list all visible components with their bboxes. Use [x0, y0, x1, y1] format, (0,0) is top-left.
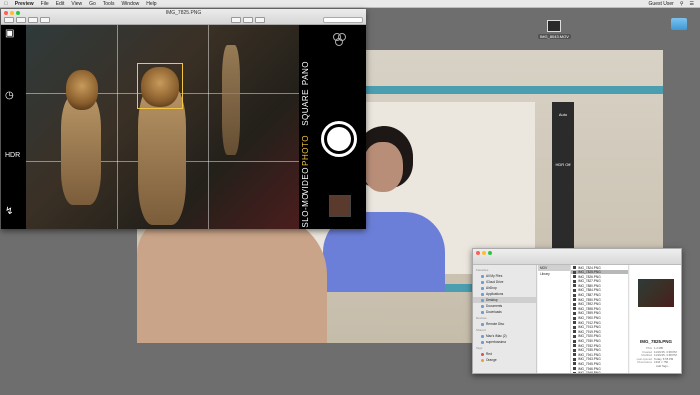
add-tags-link[interactable]: Add Tags...	[634, 364, 681, 369]
menu-list-icon[interactable]: ☰	[690, 1, 694, 7]
desktop-file-label: IMG_8043.MOV	[538, 34, 571, 39]
downloads-icon	[481, 310, 484, 314]
red-tag-icon	[481, 352, 484, 356]
share-button[interactable]	[40, 17, 50, 23]
search-icon[interactable]: ⚲	[680, 1, 684, 7]
finder-close-button[interactable]	[476, 251, 480, 255]
video-file-icon	[547, 20, 562, 32]
hdr-icon: HDR	[5, 152, 21, 159]
sidebar-tag-orange[interactable]: Orange	[473, 357, 536, 363]
person-face	[363, 142, 403, 192]
apple-menu-icon[interactable]: 	[4, 1, 8, 7]
preview-window: IMG_7825.PNG ▣ ◷ HDR ↯ PANO SQUARE PHOTO…	[1, 9, 366, 229]
timer-icon: ◷	[5, 90, 14, 101]
hdr-off-label: HDR Off	[555, 162, 571, 167]
preview-titlebar: IMG_7825.PNG	[1, 9, 366, 25]
file-list-item[interactable]: IMG_7948.PNG	[571, 371, 628, 373]
column-item[interactable]: Library	[538, 271, 570, 277]
mode-photo: PHOTO	[301, 135, 310, 166]
menu-window[interactable]: Window	[121, 1, 139, 7]
flash-off-icon: ↯	[5, 206, 14, 217]
figure-right	[222, 45, 240, 155]
rotate-button[interactable]	[243, 17, 253, 23]
applications-icon	[481, 292, 484, 296]
documents-icon	[481, 304, 484, 308]
zoom-in-button[interactable]	[28, 17, 38, 23]
file-preview-thumbnail	[638, 279, 674, 307]
camera-viewfinder	[26, 25, 299, 229]
folder-icon	[671, 18, 687, 30]
hand	[137, 215, 327, 343]
menu-tools[interactable]: Tools	[103, 1, 115, 7]
orange-tag-icon	[481, 358, 484, 362]
menu-bar:  Preview File Edit View Go Tools Window…	[0, 0, 700, 8]
finder-window: Favorites All My Files iCloud Drive AirD…	[472, 248, 682, 374]
last-photo-thumbnail	[329, 195, 351, 217]
mask-left	[66, 70, 98, 110]
camera-switch-icon: ▣	[5, 28, 15, 39]
menu-app-name[interactable]: Preview	[15, 1, 34, 7]
window-title: IMG_7825.PNG	[165, 10, 202, 16]
sidebar-toggle-button[interactable]	[4, 17, 14, 23]
focus-box	[137, 63, 183, 109]
computer-icon	[481, 340, 484, 344]
desktop-file-mov[interactable]: IMG_8043.MOV	[538, 20, 571, 39]
menu-file[interactable]: File	[41, 1, 49, 7]
camera-screenshot: ▣ ◷ HDR ↯ PANO SQUARE PHOTO VIDEO SLO-MO	[1, 25, 366, 229]
highlight-button[interactable]	[231, 17, 241, 23]
file-preview-name: IMG_7825.PNG	[639, 339, 672, 344]
markup-button[interactable]	[255, 17, 265, 23]
disc-icon	[481, 322, 484, 326]
shutter-button	[321, 121, 357, 157]
finder-sidebar: Favorites All My Files iCloud Drive AirD…	[473, 265, 537, 373]
airdrop-icon	[481, 286, 484, 290]
file-preview-info: PNG 1.2 MB Created 11/16/15, 3:38 PM Modifie…	[634, 346, 681, 369]
menu-view[interactable]: View	[71, 1, 82, 7]
filters-icon	[333, 33, 347, 47]
mode-square: SQUARE	[301, 89, 310, 126]
finder-preview-pane: IMG_7825.PNG PNG 1.2 MB Created 11/16/15, 3…	[630, 265, 681, 373]
menu-edit[interactable]: Edit	[56, 1, 65, 7]
cloud-icon	[481, 280, 484, 284]
grid-line	[208, 25, 209, 229]
mask-hair-left	[61, 95, 101, 205]
finder-file-list: IMG_7824.PNG IMG_7825.PNG IMG_7826.PNG IMG_…	[571, 265, 629, 373]
grid-line	[117, 25, 118, 229]
search-input[interactable]	[323, 17, 363, 23]
mode-slo-mo: SLO-MO	[301, 193, 310, 228]
mode-video: VIDEO	[301, 167, 310, 195]
all-files-icon	[481, 274, 484, 278]
finder-zoom-button[interactable]	[488, 251, 492, 255]
mode-pano: PANO	[301, 61, 310, 86]
menu-help[interactable]: Help	[146, 1, 156, 7]
file-info-key: Dimensions	[637, 360, 652, 365]
menu-go[interactable]: Go	[89, 1, 96, 7]
camera-right-bar: PANO SQUARE PHOTO VIDEO SLO-MO	[299, 25, 366, 229]
zoom-out-button[interactable]	[16, 17, 26, 23]
desktop-icon	[481, 298, 484, 302]
finder-column-1: MOV Library	[538, 265, 571, 373]
flash-auto-label: Auto	[558, 112, 568, 117]
finder-toolbar	[473, 249, 681, 265]
desktop-folder[interactable]	[671, 18, 687, 32]
computer-icon	[481, 334, 484, 338]
user-name[interactable]: Guest User	[649, 1, 674, 7]
camera-left-bar: ▣ ◷ HDR ↯	[1, 25, 26, 229]
finder-minimize-button[interactable]	[482, 251, 486, 255]
